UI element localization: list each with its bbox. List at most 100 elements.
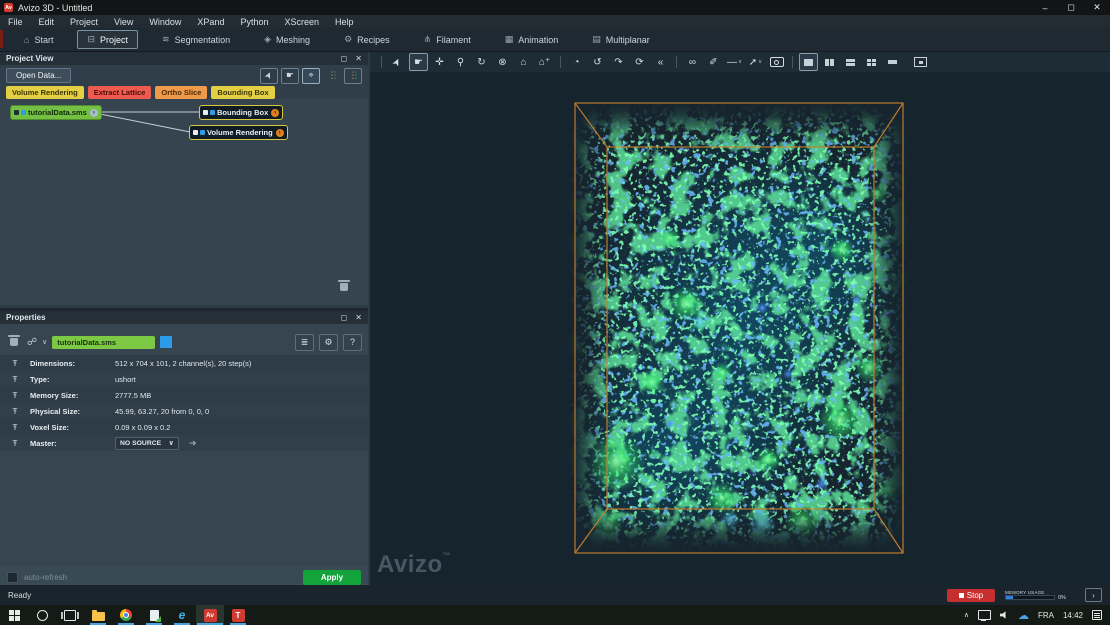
network-icon[interactable]: [978, 610, 991, 620]
seek-tool-icon[interactable]: ⊗: [493, 53, 512, 71]
node-expand-icon[interactable]: ›: [271, 109, 279, 117]
probe-tool-icon[interactable]: ✐: [704, 53, 723, 71]
trackball-tool-icon[interactable]: ☛: [409, 53, 428, 71]
volume-rendering-scene[interactable]: [370, 72, 1110, 585]
previous-view-icon[interactable]: «: [651, 53, 670, 71]
collapse-chevron-icon[interactable]: ∨: [42, 338, 47, 346]
pin-icon[interactable]: Ŧ: [0, 358, 30, 368]
master-source-dropdown[interactable]: NO SOURCE ∨: [115, 437, 179, 450]
select-tool-icon[interactable]: ➤: [388, 53, 407, 71]
tab-meshing[interactable]: ◈Meshing: [254, 30, 320, 49]
quick-volume-rendering-button[interactable]: Volume Rendering: [6, 86, 84, 99]
quick-ortho-slice-button[interactable]: Ortho Slice: [155, 86, 207, 99]
float-panel-icon[interactable]: ◻: [341, 54, 348, 63]
menu-python[interactable]: Python: [232, 17, 276, 27]
task-view-icon[interactable]: [56, 605, 84, 625]
menu-edit[interactable]: Edit: [31, 17, 63, 27]
stereo-glasses-icon[interactable]: ∞: [683, 53, 702, 71]
notes-app-icon[interactable]: [140, 605, 168, 625]
rotate-tool-icon[interactable]: ↻: [472, 53, 491, 71]
minimize-button[interactable]: –: [1032, 3, 1058, 13]
quick-extract-lattice-button[interactable]: Extract Lattice: [88, 86, 152, 99]
delete-module-icon[interactable]: [6, 334, 22, 350]
close-panel-icon[interactable]: ✕: [355, 54, 362, 63]
console-icon[interactable]: ›: [1085, 588, 1102, 602]
colormap-swatch[interactable]: [160, 336, 172, 348]
auto-refresh-checkbox[interactable]: [7, 572, 18, 583]
viewer-toggle-icon[interactable]: [210, 110, 215, 115]
home-view-icon[interactable]: ⌂: [514, 53, 533, 71]
annotate-tool-icon[interactable]: ➚∨: [746, 53, 765, 71]
connect-arrow-icon[interactable]: ➜: [189, 438, 197, 449]
avizo-taskbar-icon[interactable]: Av: [196, 605, 224, 625]
clock[interactable]: 14:42: [1063, 611, 1083, 620]
hand-tool-icon[interactable]: ☛: [281, 68, 299, 84]
node-graph-canvas[interactable]: tutorialData.sms › Bounding Box › Volume…: [0, 99, 368, 305]
pointer-tool-icon[interactable]: ➤: [260, 68, 278, 84]
rotate-right-icon[interactable]: ↷: [609, 53, 628, 71]
module-node-bounding-box[interactable]: Bounding Box ›: [199, 105, 283, 120]
menu-project[interactable]: Project: [62, 17, 106, 27]
viewer-toggle-icon[interactable]: [200, 130, 205, 135]
layout-single-view-icon[interactable]: [799, 53, 818, 71]
node-expand-icon[interactable]: ›: [276, 129, 284, 137]
menu-file[interactable]: File: [0, 17, 31, 27]
action-center-icon[interactable]: [1092, 610, 1102, 620]
tab-start[interactable]: ⌂Start: [14, 31, 63, 49]
link-icon[interactable]: ☍: [27, 337, 37, 348]
zoom-tool-icon[interactable]: ⚲: [451, 53, 470, 71]
t-app-icon[interactable]: T: [224, 605, 252, 625]
rotate-cw-icon[interactable]: ⟳: [630, 53, 649, 71]
pin-icon[interactable]: Ŧ: [0, 438, 30, 448]
layout-two-rows-icon[interactable]: [841, 53, 860, 71]
language-indicator[interactable]: FRA: [1038, 611, 1054, 620]
data-node-tutorialdata[interactable]: tutorialData.sms ›: [10, 105, 102, 120]
menu-window[interactable]: Window: [141, 17, 189, 27]
port-list-icon[interactable]: ≣: [295, 334, 314, 351]
pool-tree-view-icon[interactable]: ⋮: [323, 68, 341, 84]
layout-two-columns-icon[interactable]: [820, 53, 839, 71]
module-name-field[interactable]: tutorialData.sms: [52, 336, 155, 349]
stop-button[interactable]: Stop: [947, 589, 995, 602]
menu-xscreen[interactable]: XScreen: [276, 17, 327, 27]
apply-button[interactable]: Apply: [303, 570, 361, 585]
set-home-view-icon[interactable]: ⌂⁺: [535, 53, 554, 71]
interact-tool-icon[interactable]: ⌖: [302, 68, 320, 84]
pin-icon[interactable]: Ŧ: [0, 422, 30, 432]
float-panel-icon[interactable]: ◻: [341, 313, 348, 322]
measure-tool-icon[interactable]: ―∨: [725, 53, 744, 71]
pool-list-view-icon[interactable]: ⋮: [344, 68, 362, 84]
tab-multiplanar[interactable]: ▤Multiplanar: [582, 30, 660, 49]
onedrive-cloud-icon[interactable]: ☁: [1018, 609, 1029, 622]
pin-icon[interactable]: Ŧ: [0, 374, 30, 384]
close-button[interactable]: ✕: [1084, 2, 1110, 13]
tab-project[interactable]: ⊟Project: [77, 30, 138, 49]
chrome-icon[interactable]: [112, 605, 140, 625]
start-menu-button[interactable]: [0, 605, 28, 625]
file-explorer-icon[interactable]: [84, 605, 112, 625]
tab-animation[interactable]: ▦Animation: [495, 30, 569, 49]
view-all-icon[interactable]: ◔: [567, 53, 586, 71]
layout-wide-view-icon[interactable]: [883, 53, 902, 71]
open-data-button[interactable]: Open Data...: [6, 68, 71, 83]
tab-filament[interactable]: ⋔Filament: [414, 30, 481, 49]
visibility-toggle-icon[interactable]: [203, 110, 208, 115]
pin-icon[interactable]: Ŧ: [0, 390, 30, 400]
cortana-search-icon[interactable]: [28, 605, 56, 625]
tab-segmentation[interactable]: ≋Segmentation: [152, 30, 240, 49]
translate-tool-icon[interactable]: ✛: [430, 53, 449, 71]
rotate-left-icon[interactable]: ↺: [588, 53, 607, 71]
quick-bounding-box-button[interactable]: Bounding Box: [211, 86, 274, 99]
speaker-icon[interactable]: [1000, 611, 1009, 620]
node-expand-icon[interactable]: ›: [90, 109, 98, 117]
tray-expand-icon[interactable]: ∧: [964, 611, 969, 619]
menu-help[interactable]: Help: [327, 17, 362, 27]
snapshot-camera-icon[interactable]: [767, 53, 786, 71]
maximize-button[interactable]: ◻: [1058, 2, 1084, 13]
tab-recipes[interactable]: ⚙Recipes: [334, 30, 400, 49]
menu-view[interactable]: View: [106, 17, 141, 27]
pin-icon[interactable]: Ŧ: [0, 406, 30, 416]
layout-four-views-icon[interactable]: [862, 53, 881, 71]
help-icon[interactable]: ?: [343, 334, 362, 351]
pool-trash-icon[interactable]: [336, 279, 352, 295]
